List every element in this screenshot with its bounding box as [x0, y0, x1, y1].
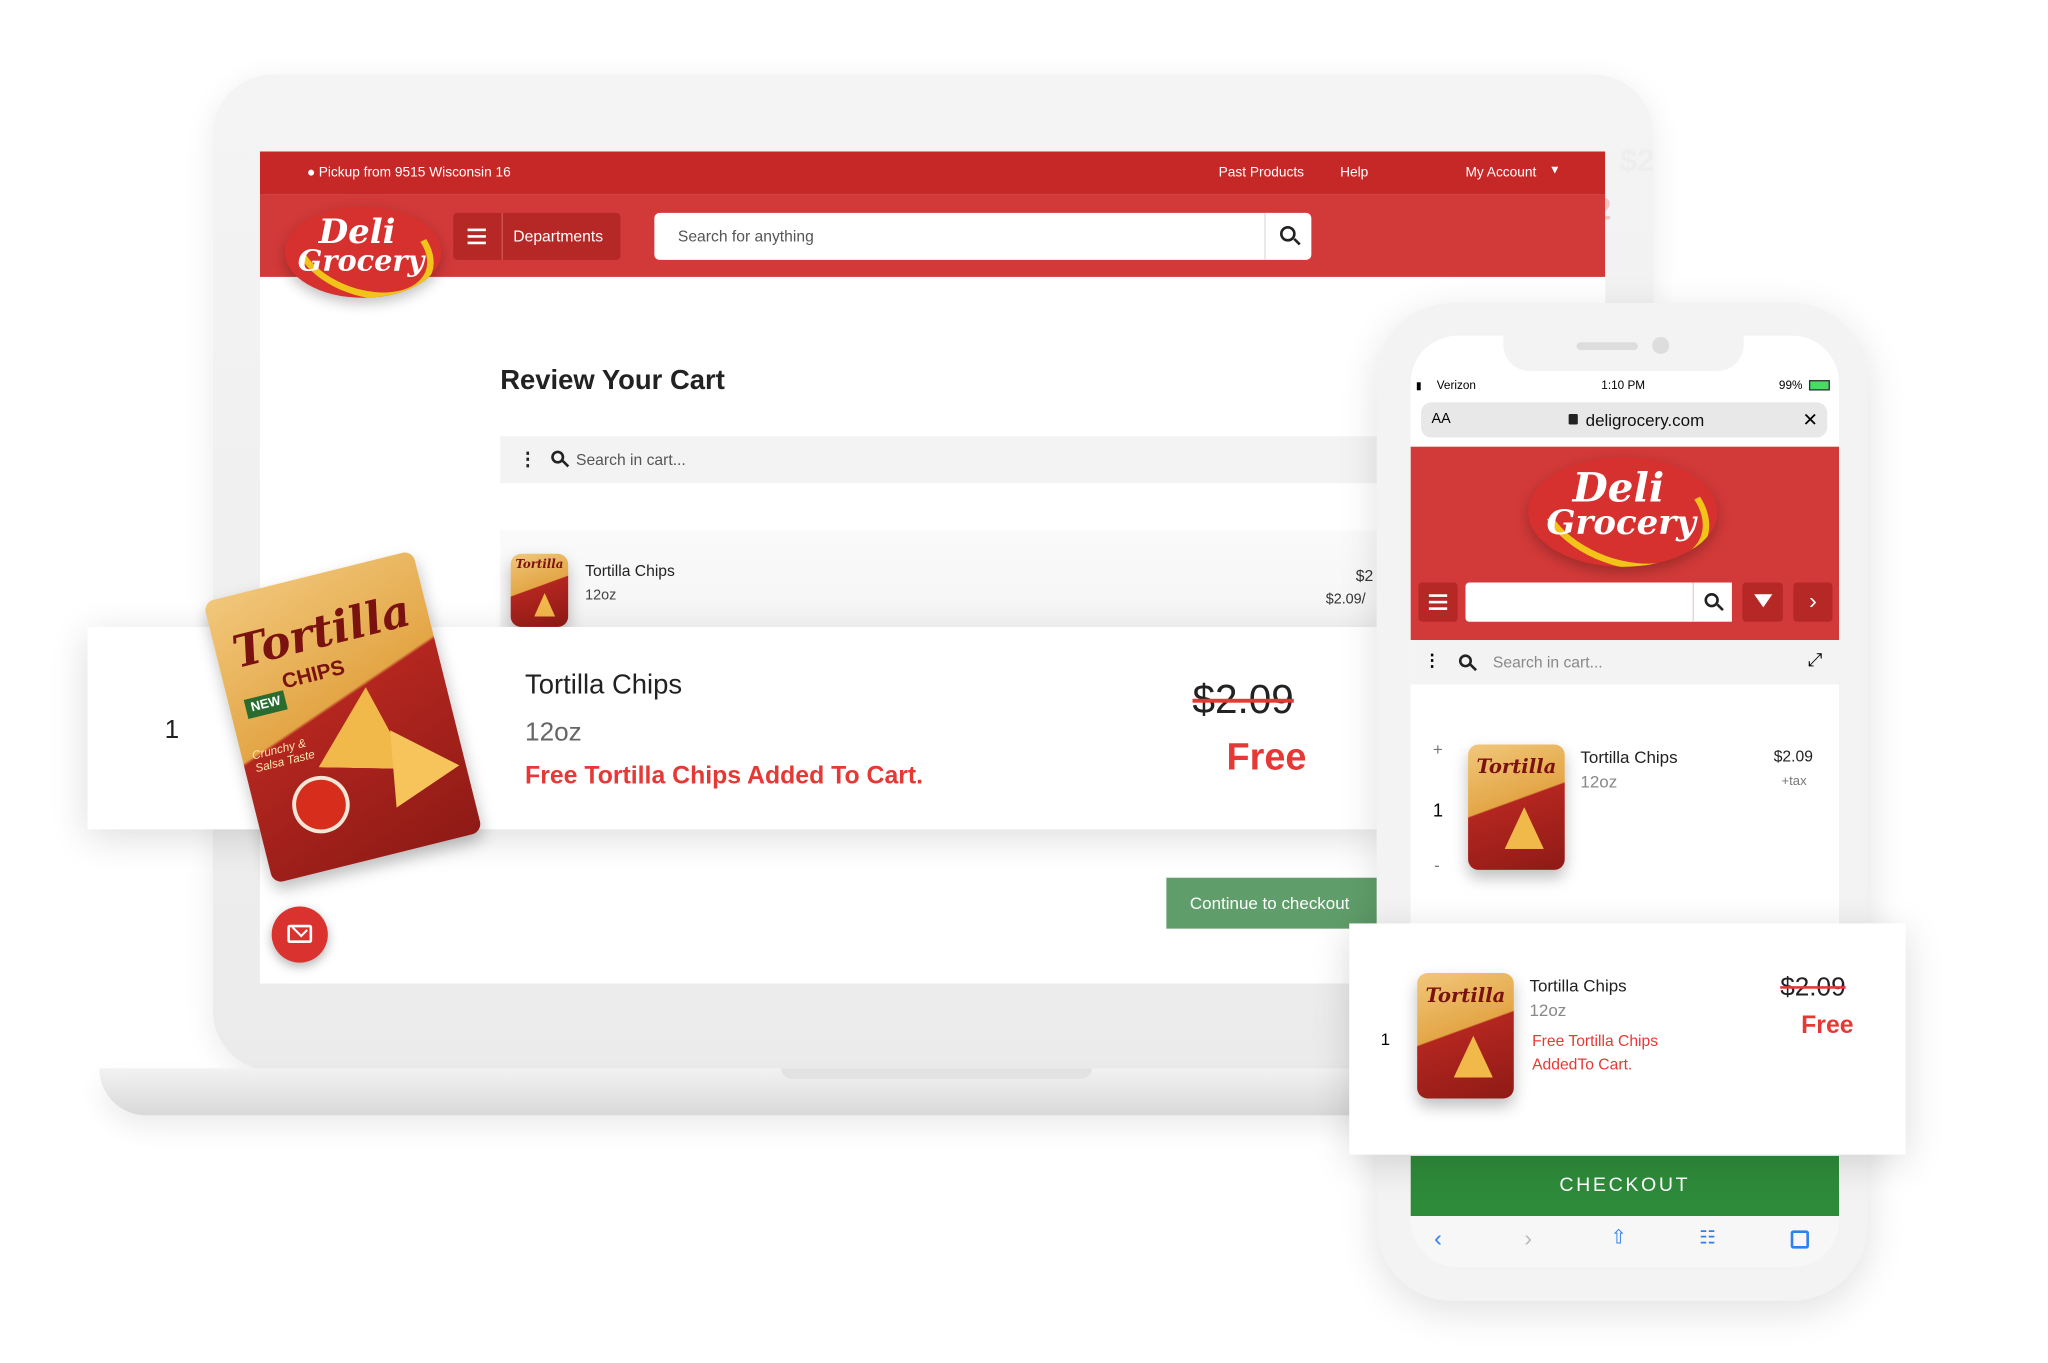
location-pin-icon: ● [306, 164, 316, 181]
mobile-checkout-button[interactable]: CHECKOUT [1410, 1155, 1840, 1216]
free-item-card-mobile: 1 Tortilla Tortilla Chips 12oz Free Tort… [1349, 923, 1906, 1155]
browser-url-bar[interactable]: AA deligrocery.com ✕ [1421, 402, 1828, 438]
tabs-icon[interactable] [1790, 1230, 1809, 1249]
hamburger-icon [1428, 600, 1448, 604]
share-icon[interactable]: ⇧ [1610, 1225, 1626, 1248]
product-thumbnail: Tortilla [510, 553, 569, 627]
logo-text-deli: Deli [318, 212, 396, 253]
filter-button[interactable] [1742, 582, 1783, 622]
status-time: 1:10 PM [1601, 378, 1646, 392]
cart-item-size: 12oz [1580, 771, 1618, 792]
item-quantity: 1 [164, 715, 180, 745]
free-price: Free [1226, 736, 1307, 779]
logo-text-grocery: Grocery [297, 244, 425, 279]
pickup-location-link[interactable]: Pickup from 9515 Wisconsin 16 [319, 165, 511, 181]
item-name: Tortilla Chips [525, 670, 683, 701]
promo-message-line2: AddedTo Cart. [1532, 1055, 1633, 1074]
page-title: Review Your Cart [500, 365, 725, 396]
checkout-label: CHECKOUT [1559, 1174, 1691, 1197]
cart-item-price: $2.09 [1773, 747, 1813, 766]
contact-button[interactable] [271, 906, 328, 963]
more-options-icon[interactable]: ⋮ [519, 448, 537, 470]
browser-toolbar: ‹ › ⇧ ☷ [1410, 1215, 1840, 1267]
old-price: $2.09 [1192, 676, 1294, 723]
carrier: Verizon [1436, 378, 1476, 392]
checkout-label: Continue to checkout [1189, 893, 1350, 913]
hamburger-icon [467, 235, 486, 238]
cart-search-input[interactable]: Search in cart... [1493, 653, 1603, 671]
back-icon[interactable]: ‹ [1434, 1225, 1442, 1252]
text-size-button[interactable]: AA [1432, 411, 1451, 427]
filter-icon [1754, 594, 1773, 608]
url-text: deligrocery.com [1585, 410, 1705, 430]
chevron-right-icon: › [1808, 587, 1817, 614]
lock-icon [1568, 414, 1578, 425]
search-icon [1458, 654, 1472, 668]
cart-item-price: $2 [1355, 566, 1374, 586]
expand-icon[interactable]: ⤢ [1808, 649, 1823, 671]
promo-message-line1: Free Tortilla Chips [1532, 1031, 1659, 1051]
signal-icon: ▮ [1415, 380, 1422, 392]
cart-item-size: 12oz [585, 587, 617, 604]
item-size: 12oz [525, 718, 582, 748]
search-icon [1279, 225, 1296, 242]
forward-icon[interactable]: › [1524, 1225, 1532, 1252]
free-price: Free [1801, 1012, 1854, 1040]
cart-item-name[interactable]: Tortilla Chips [1580, 747, 1677, 767]
item-name: Tortilla Chips [1529, 975, 1627, 996]
promo-message: Free Tortilla Chips Added To Cart. [525, 762, 924, 791]
brand-logo[interactable]: Deli Grocery [1528, 457, 1718, 567]
quantity-increase[interactable]: + [1433, 739, 1443, 759]
site-search-bar: Search for anything [654, 212, 1312, 260]
departments-button[interactable]: Departments [453, 212, 621, 260]
menu-button[interactable] [1418, 582, 1458, 622]
top-utility-bar: ● Pickup from 9515 Wisconsin 16 Past Pro… [259, 151, 1606, 195]
nav-my-account[interactable]: My Account [1465, 165, 1536, 181]
bookmarks-icon[interactable]: ☷ [1699, 1226, 1715, 1248]
nav-past-products[interactable]: Past Products [1219, 165, 1304, 181]
product-thumbnail: Tortilla [1468, 744, 1565, 870]
search-button[interactable] [1266, 213, 1312, 260]
laptop-hinge-notch [781, 1068, 1092, 1079]
mobile-search-input[interactable] [1465, 582, 1693, 622]
phone-notch [1503, 323, 1744, 371]
cart-item-name[interactable]: Tortilla Chips [585, 562, 675, 580]
item-quantity: 1 [1380, 1029, 1391, 1049]
quantity-decrease[interactable]: - [1434, 856, 1440, 876]
item-quantity: 1 [1432, 799, 1443, 821]
mobile-search-button[interactable] [1692, 582, 1732, 622]
item-size: 12oz [1529, 1000, 1567, 1021]
mobile-cart-search: ⋮ Search in cart... ⤢ [1410, 639, 1840, 685]
brand-logo[interactable]: Deli Grocery [284, 206, 442, 298]
cart-search-input[interactable]: Search in cart... [576, 451, 686, 469]
chevron-down-icon: ▼ [1549, 163, 1561, 177]
search-input[interactable]: Search for anything [678, 227, 814, 245]
search-icon [1704, 592, 1719, 608]
close-icon[interactable]: ✕ [1802, 409, 1817, 431]
battery-level: 99% [1778, 378, 1803, 392]
more-options-icon[interactable]: ⋮ [1424, 650, 1441, 671]
tax-note: +tax [1781, 774, 1807, 789]
nav-help[interactable]: Help [1340, 165, 1368, 181]
next-button[interactable]: › [1793, 582, 1833, 622]
departments-label: Departments [513, 227, 604, 246]
product-thumbnail: Tortilla [1417, 973, 1514, 1099]
old-price: $2.09 [1780, 973, 1846, 1002]
battery-icon [1808, 380, 1830, 391]
search-icon [551, 450, 565, 464]
cart-item-unit-price: $2.09/ [1325, 591, 1366, 608]
ghost-price: $2 [1619, 143, 1655, 179]
continue-to-checkout-button[interactable]: Continue to checkout [1166, 877, 1389, 929]
